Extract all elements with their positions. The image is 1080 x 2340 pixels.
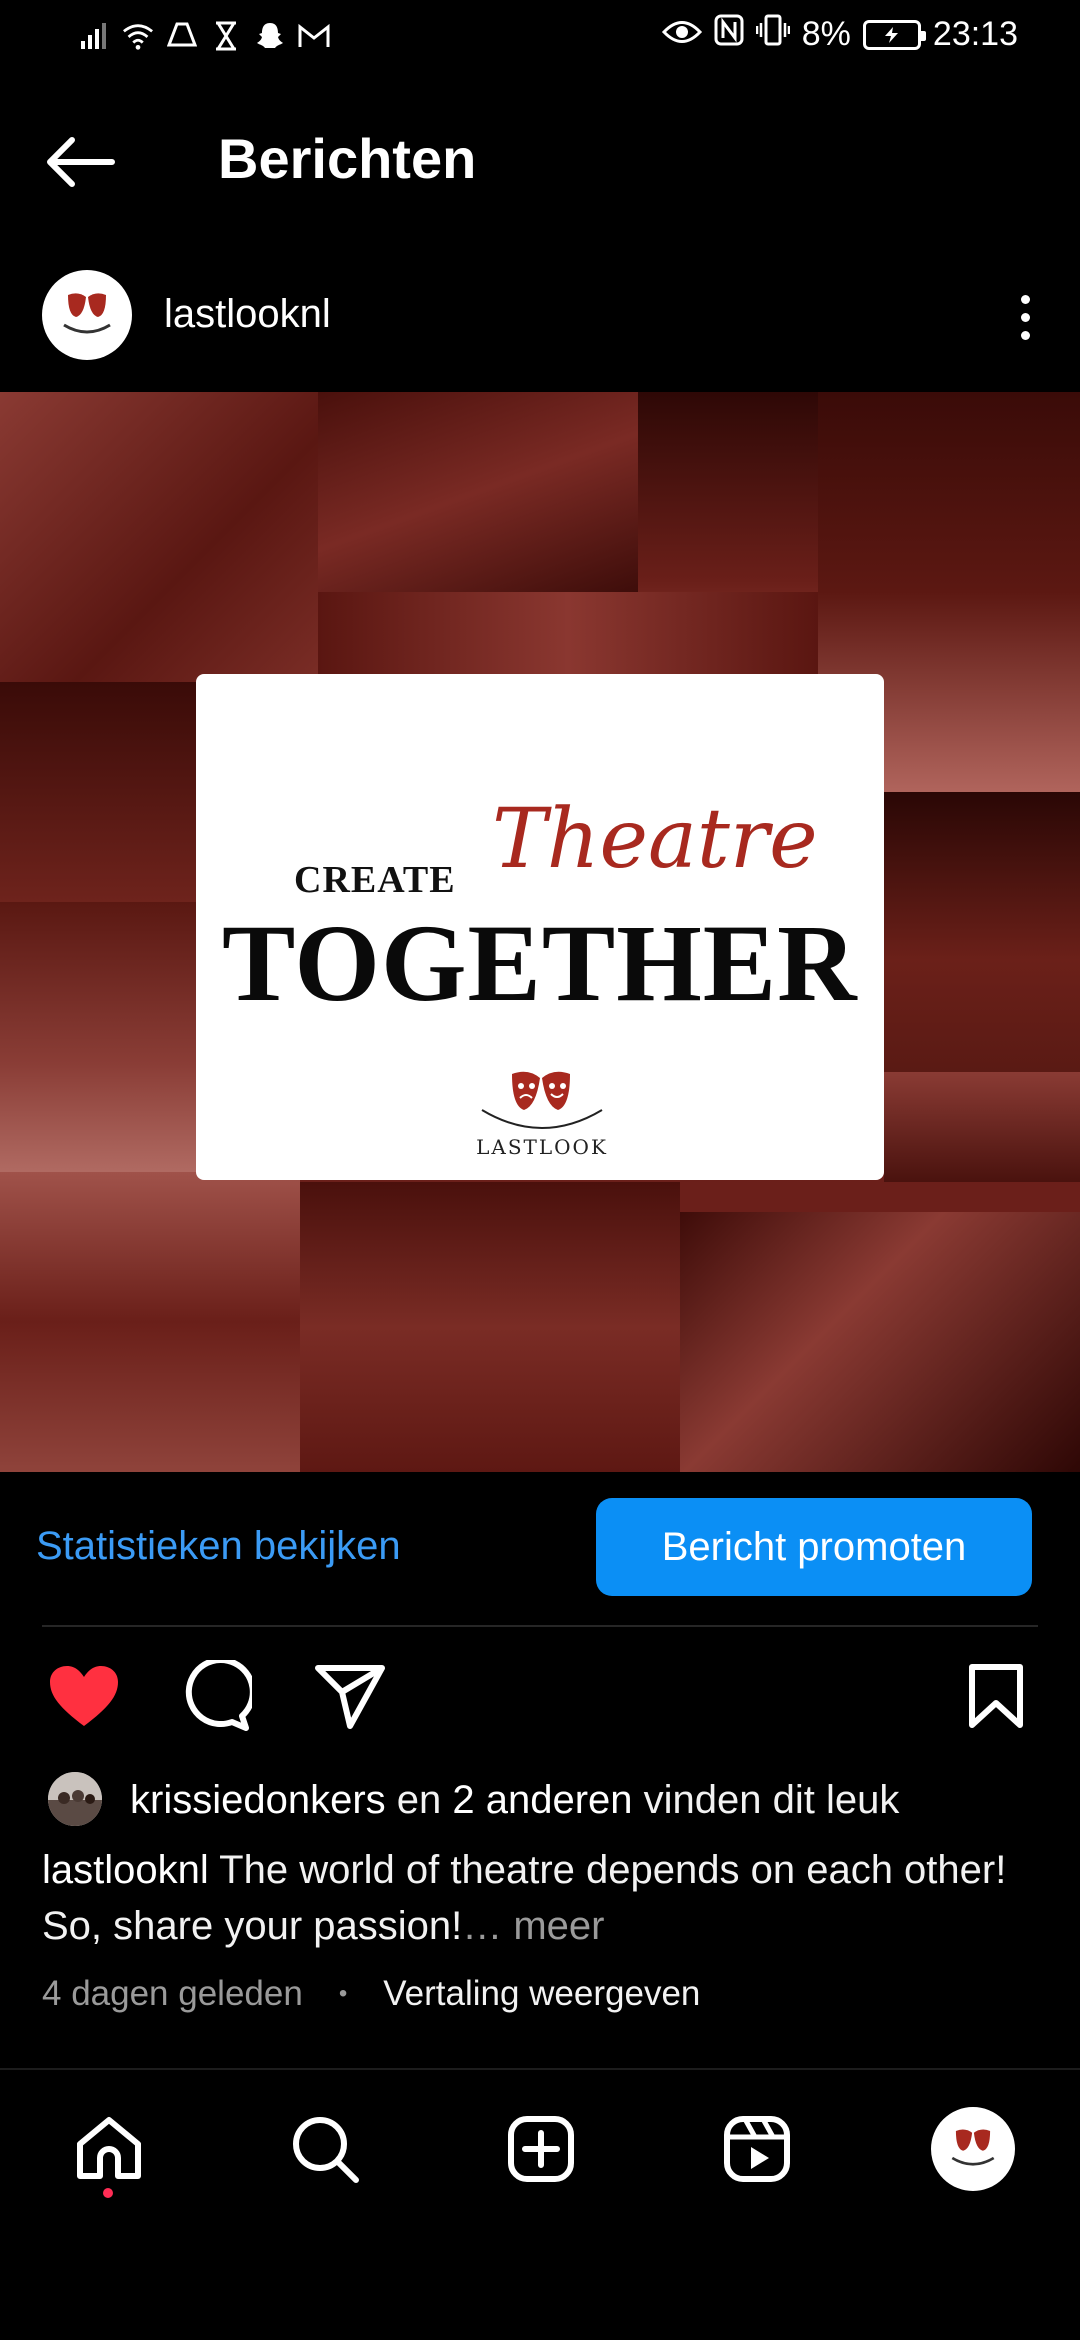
collage-tile xyxy=(318,392,638,592)
lastlook-logo: LASTLOOK xyxy=(472,1066,612,1166)
lastlook-logo-icon xyxy=(951,2129,995,2166)
collage-tile xyxy=(0,1172,300,1472)
status-left-icons xyxy=(78,18,330,54)
clock: 23:13 xyxy=(932,15,1018,53)
collage-tile xyxy=(884,792,1080,1072)
promo-row: Statistieken bekijken Bericht promoten xyxy=(0,1496,1080,1602)
drive-icon xyxy=(166,18,198,54)
card-together-text: TOGETHER xyxy=(222,902,858,1024)
liker-username[interactable]: krissiedonkers xyxy=(130,1778,386,1822)
caption-more-link[interactable]: meer xyxy=(502,1904,604,1948)
heart-icon xyxy=(50,1666,118,1726)
page-title: Berichten xyxy=(218,127,477,190)
likes-connector: en xyxy=(385,1778,453,1822)
share-button[interactable] xyxy=(310,1656,390,1736)
status-bar: 8% 23:13 xyxy=(0,0,1080,76)
divider xyxy=(42,1625,1038,1627)
nav-create[interactable] xyxy=(496,2104,586,2194)
collage-tile xyxy=(0,682,196,902)
nav-reels[interactable] xyxy=(712,2104,802,2194)
theatre-masks-icon xyxy=(481,1071,603,1129)
avatar[interactable] xyxy=(42,270,132,360)
bottom-divider xyxy=(0,2068,1080,2070)
plus-square-icon xyxy=(508,2116,574,2182)
vibrate-icon xyxy=(755,14,791,55)
back-button[interactable] xyxy=(44,130,124,194)
lastlook-logo-icon xyxy=(63,293,111,334)
collage-tile xyxy=(884,1072,1080,1182)
collage-tile xyxy=(318,592,818,682)
likes-suffix: vinden dit leuk xyxy=(632,1778,900,1822)
post-image[interactable]: Theatre CREATE TOGETHER LASTLOOK xyxy=(0,392,1080,1472)
post-meta: 4 dagen geleden • Vertaling weergeven xyxy=(42,1974,700,2014)
battery-icon xyxy=(862,19,926,50)
promo-card: Theatre CREATE TOGETHER LASTLOOK xyxy=(196,674,884,1180)
nav-profile[interactable] xyxy=(928,2104,1018,2194)
hourglass-icon xyxy=(210,18,242,54)
header: Berichten xyxy=(0,108,1080,218)
nav-home[interactable] xyxy=(64,2104,154,2194)
collage-tile xyxy=(0,902,196,1172)
comment-button[interactable] xyxy=(176,1656,256,1736)
search-icon xyxy=(293,2117,359,2183)
nav-search[interactable] xyxy=(280,2104,370,2194)
wifi-icon xyxy=(122,18,154,54)
back-arrow-icon xyxy=(47,137,115,187)
battery-percent: 8% xyxy=(801,15,851,53)
card-create-text: CREATE xyxy=(294,859,456,901)
snapchat-icon xyxy=(254,18,286,54)
profile-avatar xyxy=(931,2107,1015,2191)
caption-ellipsis: … xyxy=(462,1904,503,1948)
signal-icon xyxy=(78,18,110,54)
gmail-icon xyxy=(298,18,330,54)
likes-others[interactable]: 2 anderen xyxy=(452,1778,632,1822)
save-button[interactable] xyxy=(956,1656,1036,1736)
status-right: 8% 23:13 xyxy=(661,14,1018,55)
comment-icon xyxy=(185,1660,252,1731)
dot-icon xyxy=(1020,312,1030,322)
likes-text[interactable]: krissiedonkers en 2 anderen vinden dit l… xyxy=(130,1778,899,1823)
post-header: lastlooknl xyxy=(0,268,1080,368)
logo-text: LASTLOOK xyxy=(476,1135,608,1159)
reels-icon xyxy=(724,2116,790,2182)
card-theatre-text: Theatre xyxy=(492,792,818,887)
caption[interactable]: lastlooknl The world of theatre depends … xyxy=(42,1842,1042,1954)
translate-link[interactable]: Vertaling weergeven xyxy=(383,1974,700,2014)
send-icon xyxy=(315,1665,385,1729)
bookmark-icon xyxy=(969,1664,1023,1728)
post-time: 4 dagen geleden xyxy=(42,1974,303,2013)
nfc-icon xyxy=(714,14,744,55)
dot-icon xyxy=(1020,330,1030,340)
meta-separator: • xyxy=(338,1980,348,2007)
likes-row: krissiedonkers en 2 anderen vinden dit l… xyxy=(0,1770,1080,1830)
post-username[interactable]: lastlooknl xyxy=(164,292,331,337)
collage-tile xyxy=(680,1212,1080,1472)
collage-tile xyxy=(300,1182,680,1472)
home-icon xyxy=(77,2117,141,2179)
more-options-button[interactable] xyxy=(1000,282,1050,352)
notification-dot xyxy=(103,2188,113,2198)
dot-icon xyxy=(1020,294,1030,304)
collage-tile xyxy=(0,392,318,682)
like-button[interactable] xyxy=(44,1656,124,1736)
eye-icon xyxy=(661,15,702,54)
bottom-nav xyxy=(0,2090,1080,2200)
view-insights-link[interactable]: Statistieken bekijken xyxy=(36,1524,401,1569)
liker-avatar[interactable] xyxy=(48,1772,102,1826)
caption-username[interactable]: lastlooknl xyxy=(42,1848,209,1892)
post-actions xyxy=(0,1652,1080,1740)
promote-post-button[interactable]: Bericht promoten xyxy=(596,1498,1032,1596)
